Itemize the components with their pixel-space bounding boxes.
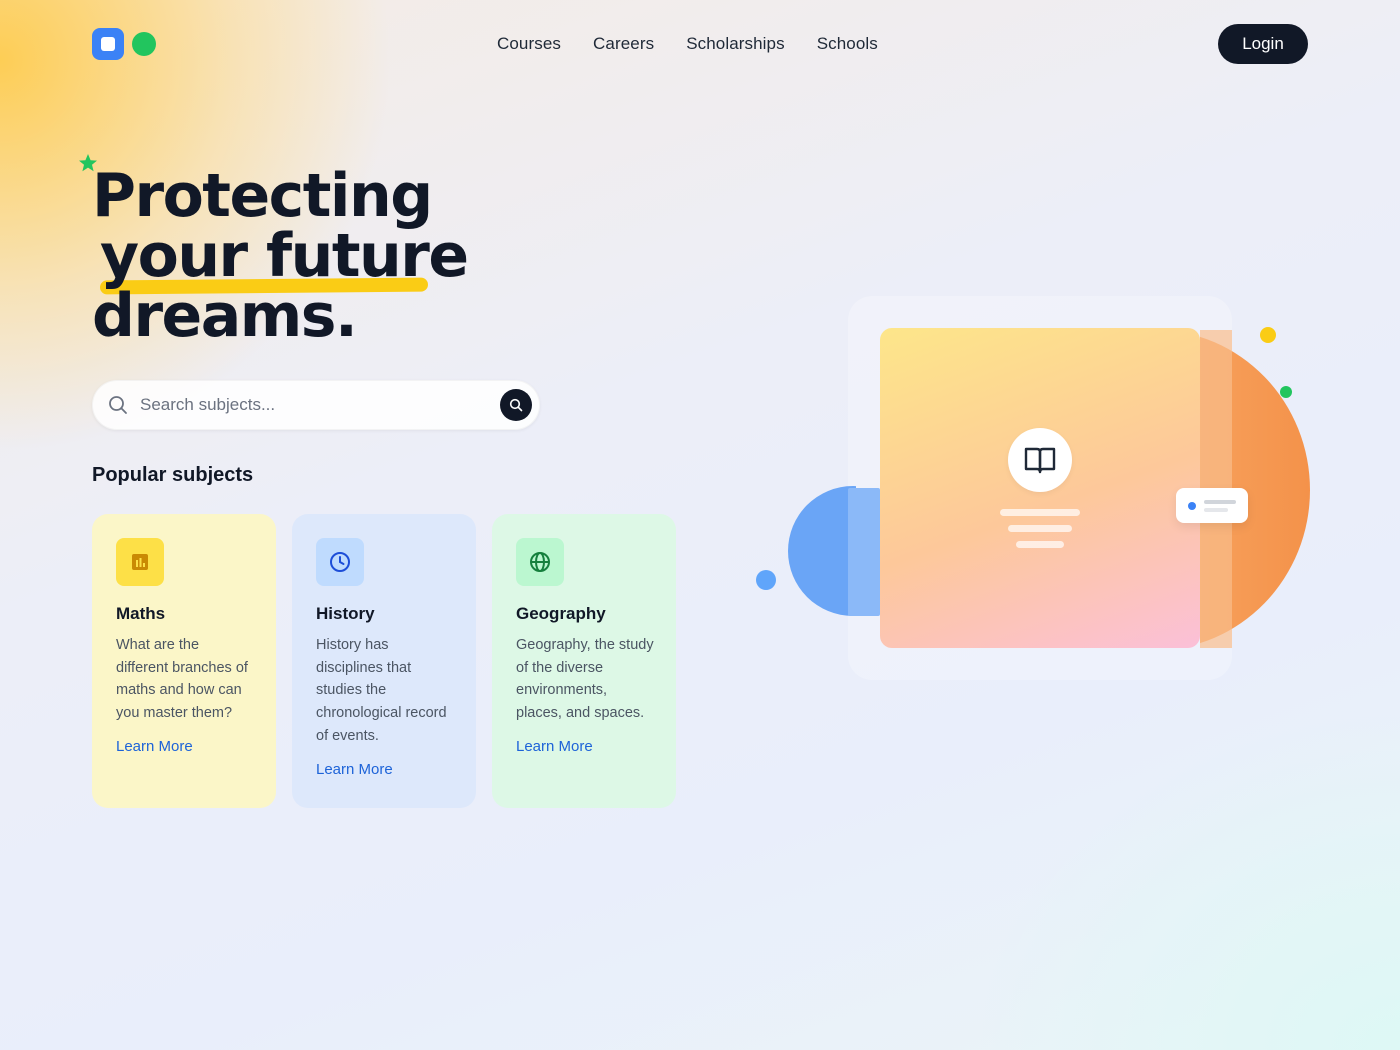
main-nav: Courses Careers Scholarships Schools <box>497 34 878 54</box>
hero-line-1: Protecting <box>92 161 433 231</box>
placeholder-line <box>1008 525 1072 532</box>
login-button[interactable]: Login <box>1218 24 1308 64</box>
logo-dot-icon <box>132 32 156 56</box>
search-button[interactable] <box>500 389 532 421</box>
placeholder-line <box>1016 541 1064 548</box>
book-open-icon <box>1024 447 1056 474</box>
subject-title: Geography <box>516 604 606 623</box>
floating-chip <box>1176 488 1248 523</box>
nav-careers[interactable]: Careers <box>593 34 654 54</box>
yellow-dot-decoration <box>1260 327 1276 343</box>
globe-icon <box>530 552 550 572</box>
learn-more-link[interactable]: Learn More <box>516 738 593 755</box>
search-icon <box>109 396 127 414</box>
hero-line-2: your future <box>100 221 469 291</box>
search-input[interactable] <box>140 392 480 418</box>
popular-subjects-heading: Popular subjects <box>92 464 254 486</box>
subject-description: History has disciplines that studies the… <box>316 637 447 744</box>
nav-schools[interactable]: Schools <box>817 34 878 54</box>
logo-square-icon <box>92 28 124 60</box>
search-icon <box>509 398 523 412</box>
subject-description: What are the different branches of maths… <box>116 637 248 722</box>
blue-strip-decoration <box>848 488 880 616</box>
bar-chart-icon <box>132 554 148 570</box>
learn-more-link[interactable]: Learn More <box>316 761 393 778</box>
subject-card-maths: Maths What are the different branches of… <box>92 514 276 808</box>
hero-headline: Protecting your future dreams. <box>92 161 469 351</box>
nav-courses[interactable]: Courses <box>497 34 561 54</box>
placeholder-line <box>1000 509 1080 516</box>
logo[interactable] <box>92 28 156 60</box>
blue-dot-decoration <box>756 570 776 590</box>
book-icon-badge <box>1008 428 1072 492</box>
subject-card-history: History History has disciplines that stu… <box>292 514 476 808</box>
nav-scholarships[interactable]: Scholarships <box>686 34 785 54</box>
search-bar <box>92 380 540 430</box>
green-dot-decoration <box>1280 386 1292 398</box>
subject-title: History <box>316 604 375 623</box>
hero-line-3: dreams. <box>92 281 358 351</box>
subject-description: Geography, the study of the diverse envi… <box>516 637 654 722</box>
clock-icon <box>330 552 350 572</box>
learn-more-link[interactable]: Learn More <box>116 738 193 755</box>
subject-card-geography: Geography Geography, the study of the di… <box>492 514 676 808</box>
subject-title: Maths <box>116 604 166 623</box>
